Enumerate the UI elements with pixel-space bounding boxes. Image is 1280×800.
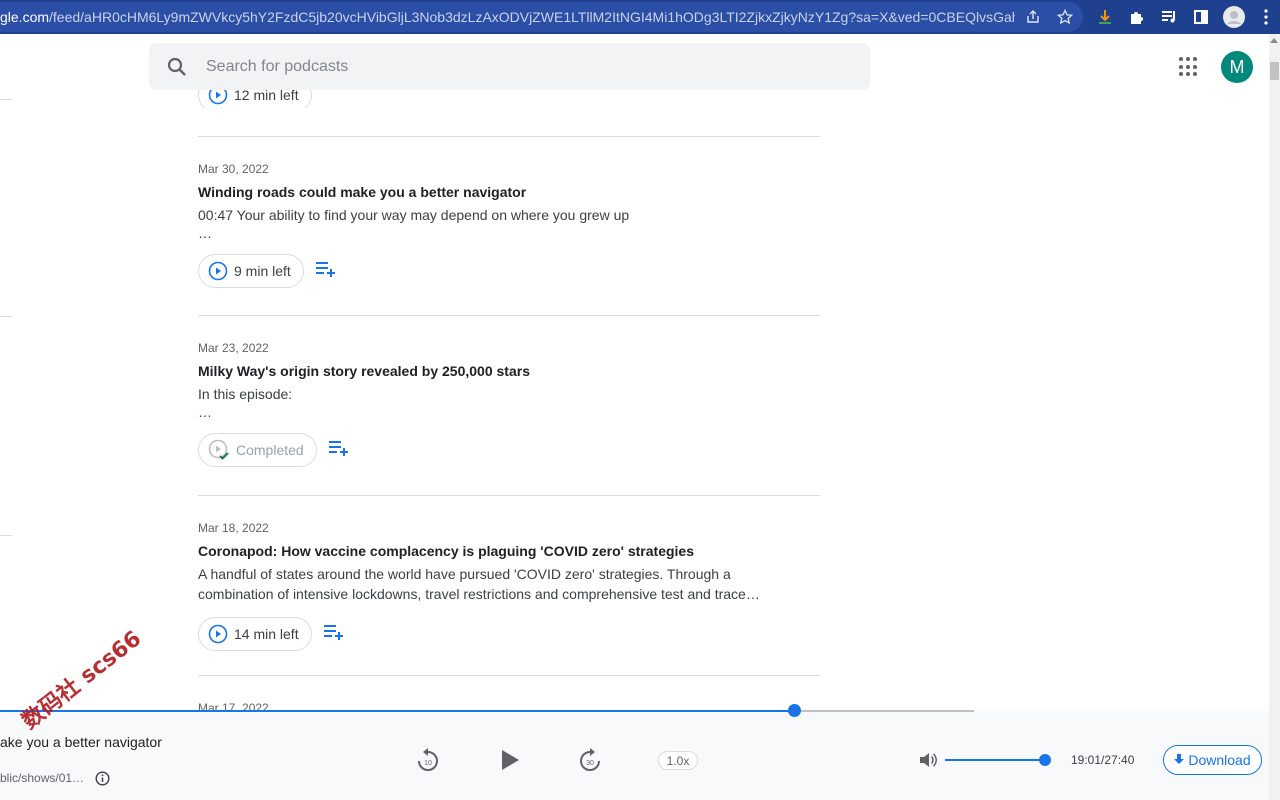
menu-kebab-icon[interactable]	[1255, 6, 1277, 28]
address-bar[interactable]: gle.com/feed/aHR0cHM6Ly9mZWVkcy5hY2FzdC5…	[0, 2, 1083, 32]
info-icon[interactable]	[95, 771, 110, 791]
account-avatar[interactable]: M	[1221, 51, 1253, 83]
episode-divider	[198, 315, 820, 316]
episode-status: Completed	[236, 442, 304, 458]
share-icon[interactable]	[1023, 7, 1043, 27]
episode-item[interactable]: Mar 30, 2022 Winding roads could make yo…	[198, 162, 820, 288]
left-rail-divider	[0, 535, 12, 536]
episode-title[interactable]: Milky Way's origin story revealed by 250…	[198, 363, 820, 379]
search-placeholder[interactable]: Search for podcasts	[206, 58, 348, 76]
episode-play-button[interactable]: 14 min left	[198, 617, 312, 651]
profile-avatar-icon[interactable]	[1223, 6, 1245, 28]
play-button[interactable]	[498, 748, 522, 772]
scrollbar-thumb[interactable]	[1270, 62, 1279, 80]
episode-description: In this episode:	[198, 386, 293, 402]
episode-description: A handful of states around the world hav…	[198, 566, 760, 602]
episode-item[interactable]: Mar 18, 2022 Coronapod: How vaccine comp…	[198, 521, 820, 651]
google-apps-icon[interactable]	[1179, 57, 1199, 77]
episode-date: Mar 18, 2022	[198, 521, 269, 535]
download-arrow-icon	[1174, 754, 1185, 764]
playback-time: 19:01/27:40	[1071, 753, 1135, 767]
rewind-seconds-label: 10	[424, 760, 432, 767]
episode-status: 9 min left	[234, 263, 291, 279]
episode-title[interactable]: Winding roads could make you a better na…	[198, 184, 820, 200]
volume-slider-track[interactable]	[945, 759, 1045, 761]
volume-icon[interactable]	[918, 751, 938, 769]
page-scrollbar[interactable]	[1269, 34, 1280, 800]
left-rail-divider	[0, 316, 12, 317]
url-host: gle.com	[0, 9, 50, 25]
play-icon	[502, 750, 519, 770]
episode-divider	[198, 136, 820, 137]
scroll-up-arrow-icon[interactable]	[1270, 38, 1278, 43]
address-bar-url[interactable]: gle.com/feed/aHR0cHM6Ly9mZWVkcy5hY2FzdC5…	[0, 9, 1015, 25]
episode-status: 14 min left	[234, 626, 299, 642]
download-label: Download	[1188, 752, 1251, 768]
progress-handle[interactable]	[788, 704, 801, 717]
episode-item: 12 min left	[198, 78, 820, 108]
media-queue-icon[interactable]	[1158, 6, 1180, 28]
left-rail-divider	[0, 99, 12, 100]
forward-icon: 30	[580, 748, 600, 771]
download-button[interactable]: Download	[1163, 745, 1262, 775]
add-to-queue-icon[interactable]	[315, 260, 337, 283]
rewind-icon: 10	[418, 748, 438, 771]
episode-more: …	[198, 404, 212, 420]
episode-play-button[interactable]: 9 min left	[198, 254, 304, 288]
side-panel-icon[interactable]	[1190, 6, 1212, 28]
now-playing-subtitle: blic/shows/01…	[0, 771, 85, 785]
now-playing-title[interactable]: ake you a better navigator	[0, 734, 162, 750]
extensions-puzzle-icon[interactable]	[1126, 6, 1148, 28]
episode-play-button[interactable]: 12 min left	[198, 78, 312, 108]
episode-item[interactable]: Mar 23, 2022 Milky Way's origin story re…	[198, 341, 820, 467]
add-to-queue-icon[interactable]	[323, 623, 345, 646]
episode-play-button[interactable]: Completed	[198, 433, 317, 467]
add-to-queue-icon[interactable]	[328, 439, 350, 462]
completed-check-icon	[208, 439, 229, 460]
episode-divider	[198, 495, 820, 496]
url-path: /feed/aHR0cHM6Ly9mZWVkcy5hY2FzdC5jb20vcH…	[49, 9, 1015, 25]
episode-more: …	[198, 225, 212, 241]
play-circle-icon	[208, 624, 228, 644]
rewind-10-button[interactable]: 10	[416, 747, 440, 773]
forward-seconds-label: 30	[586, 760, 594, 767]
episode-status: 12 min left	[234, 87, 299, 103]
episode-divider	[198, 675, 820, 676]
play-circle-icon	[208, 85, 228, 105]
episode-description: 00:47 Your ability to find your way may …	[198, 207, 630, 223]
progress-fill	[0, 710, 800, 712]
bookmark-star-icon[interactable]	[1055, 7, 1075, 27]
play-circle-icon	[208, 261, 228, 281]
browser-toolbar: gle.com/feed/aHR0cHM6Ly9mZWVkcy5hY2FzdC5…	[0, 0, 1280, 34]
episode-date: Mar 30, 2022	[198, 162, 269, 176]
search-icon[interactable]	[166, 56, 188, 83]
download-extension-icon[interactable]	[1094, 6, 1116, 28]
forward-30-button[interactable]: 30	[578, 747, 602, 773]
episode-title[interactable]: Coronapod: How vaccine complacency is pl…	[198, 543, 820, 559]
episode-date: Mar 23, 2022	[198, 341, 269, 355]
playback-speed-button[interactable]: 1.0x	[658, 751, 698, 770]
volume-slider-handle[interactable]	[1039, 754, 1051, 766]
